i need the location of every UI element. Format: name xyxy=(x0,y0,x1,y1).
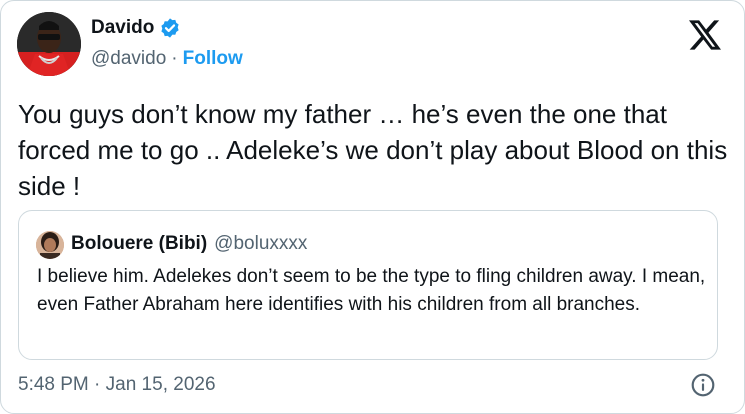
separator-dot: · xyxy=(171,48,178,69)
quoted-author-avatar[interactable] xyxy=(36,231,64,259)
quoted-header: Bolouere (Bibi) @boluxxxx xyxy=(71,233,307,255)
quoted-text: I believe him. Adelekes don’t seem to be… xyxy=(37,266,706,315)
verified-badge-icon xyxy=(161,18,179,38)
author-avatar[interactable] xyxy=(17,12,81,76)
author-name-row: Davido xyxy=(91,17,181,39)
tweet-card: Davido @davido · Follow You guys don’t k… xyxy=(0,0,745,414)
x-logo-icon[interactable] xyxy=(689,20,721,50)
quoted-handle[interactable]: @boluxxxx xyxy=(214,233,307,255)
avatar-image xyxy=(17,12,81,76)
quoted-display-name[interactable]: Bolouere (Bibi) xyxy=(71,233,207,255)
quoted-tweet[interactable]: Bolouere (Bibi) @boluxxxx I believe him.… xyxy=(18,210,718,360)
follow-button[interactable]: Follow xyxy=(183,48,243,70)
author-display-name[interactable]: Davido xyxy=(91,17,154,39)
author-handle-row: @davido · Follow xyxy=(91,48,243,70)
tweet-text: You guys don’t know my father … he’s eve… xyxy=(18,99,728,201)
author-handle[interactable]: @davido xyxy=(91,48,166,70)
tweet-timestamp[interactable]: 5:48 PM · Jan 15, 2026 xyxy=(18,374,216,396)
info-icon[interactable] xyxy=(690,372,716,398)
quoted-avatar-image xyxy=(36,231,64,259)
